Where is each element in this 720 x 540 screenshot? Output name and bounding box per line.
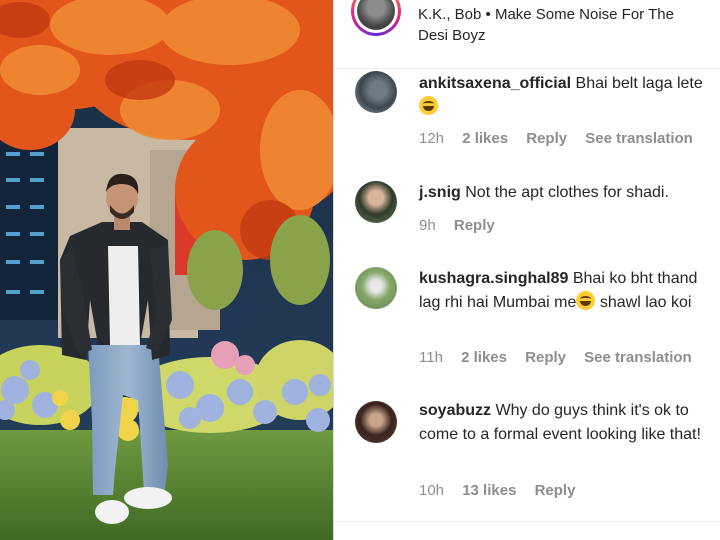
comment-message: Not the apt clothes for shadi. xyxy=(465,184,669,201)
comment-text: soyabuzz Why do guys think it's ok to co… xyxy=(419,399,709,447)
audio-attribution[interactable]: K.K., Bob • Make Some Noise For The Desi… xyxy=(418,4,708,46)
commenter-avatar[interactable] xyxy=(355,401,397,443)
comment-time: 9h xyxy=(419,217,436,234)
comment-meta: 12h 2 likes Reply See translation xyxy=(419,130,707,147)
commenter-avatar[interactable] xyxy=(355,267,397,309)
comment-likes[interactable]: 2 likes xyxy=(461,349,507,366)
reply-button[interactable]: Reply xyxy=(525,349,566,366)
commenter-avatar[interactable] xyxy=(355,71,397,113)
comment-meta: 9h Reply xyxy=(419,217,509,234)
comment-message-continued: shawl lao koi xyxy=(599,294,692,311)
reply-button[interactable]: Reply xyxy=(526,130,567,147)
comments-panel: K.K., Bob • Make Some Noise For The Desi… xyxy=(334,0,720,540)
commenter-username[interactable]: ankitsaxena_official xyxy=(419,75,571,92)
commenter-username[interactable]: soyabuzz xyxy=(419,402,491,419)
commenter-avatar[interactable] xyxy=(355,181,397,223)
post-photo xyxy=(0,0,333,540)
see-translation-link[interactable]: See translation xyxy=(584,349,692,366)
comment-meta: 11h 2 likes Reply See translation xyxy=(419,349,706,366)
laughing-emoji-icon xyxy=(576,291,596,310)
post-header: K.K., Bob • Make Some Noise For The Desi… xyxy=(334,0,720,69)
comment-time: 10h xyxy=(419,482,445,499)
comment-time: 11h xyxy=(419,349,443,366)
comments-bottom-divider xyxy=(334,521,720,522)
reply-button[interactable]: Reply xyxy=(454,217,495,234)
commenter-username[interactable]: j.snig xyxy=(419,184,461,201)
comment-message: Bhai belt laga lete xyxy=(575,75,703,92)
author-avatar[interactable] xyxy=(351,0,401,36)
reply-button[interactable]: Reply xyxy=(535,482,576,499)
comment-time: 12h xyxy=(419,130,445,147)
commenter-username[interactable]: kushagra.singhal89 xyxy=(419,270,568,287)
comment-meta: 10h 13 likes Reply xyxy=(419,482,589,499)
comment-likes[interactable]: 13 likes xyxy=(462,482,516,499)
comment-text: j.snig Not the apt clothes for shadi. xyxy=(419,181,709,205)
see-translation-link[interactable]: See translation xyxy=(585,130,693,147)
post-media[interactable] xyxy=(0,0,333,540)
comment-text: ankitsaxena_official Bhai belt laga lete xyxy=(419,72,709,120)
comment-likes[interactable]: 2 likes xyxy=(462,130,508,147)
laughing-emoji-icon xyxy=(419,96,438,115)
comment-text: kushagra.singhal89 Bhai ko bht thand lag… xyxy=(419,267,709,315)
